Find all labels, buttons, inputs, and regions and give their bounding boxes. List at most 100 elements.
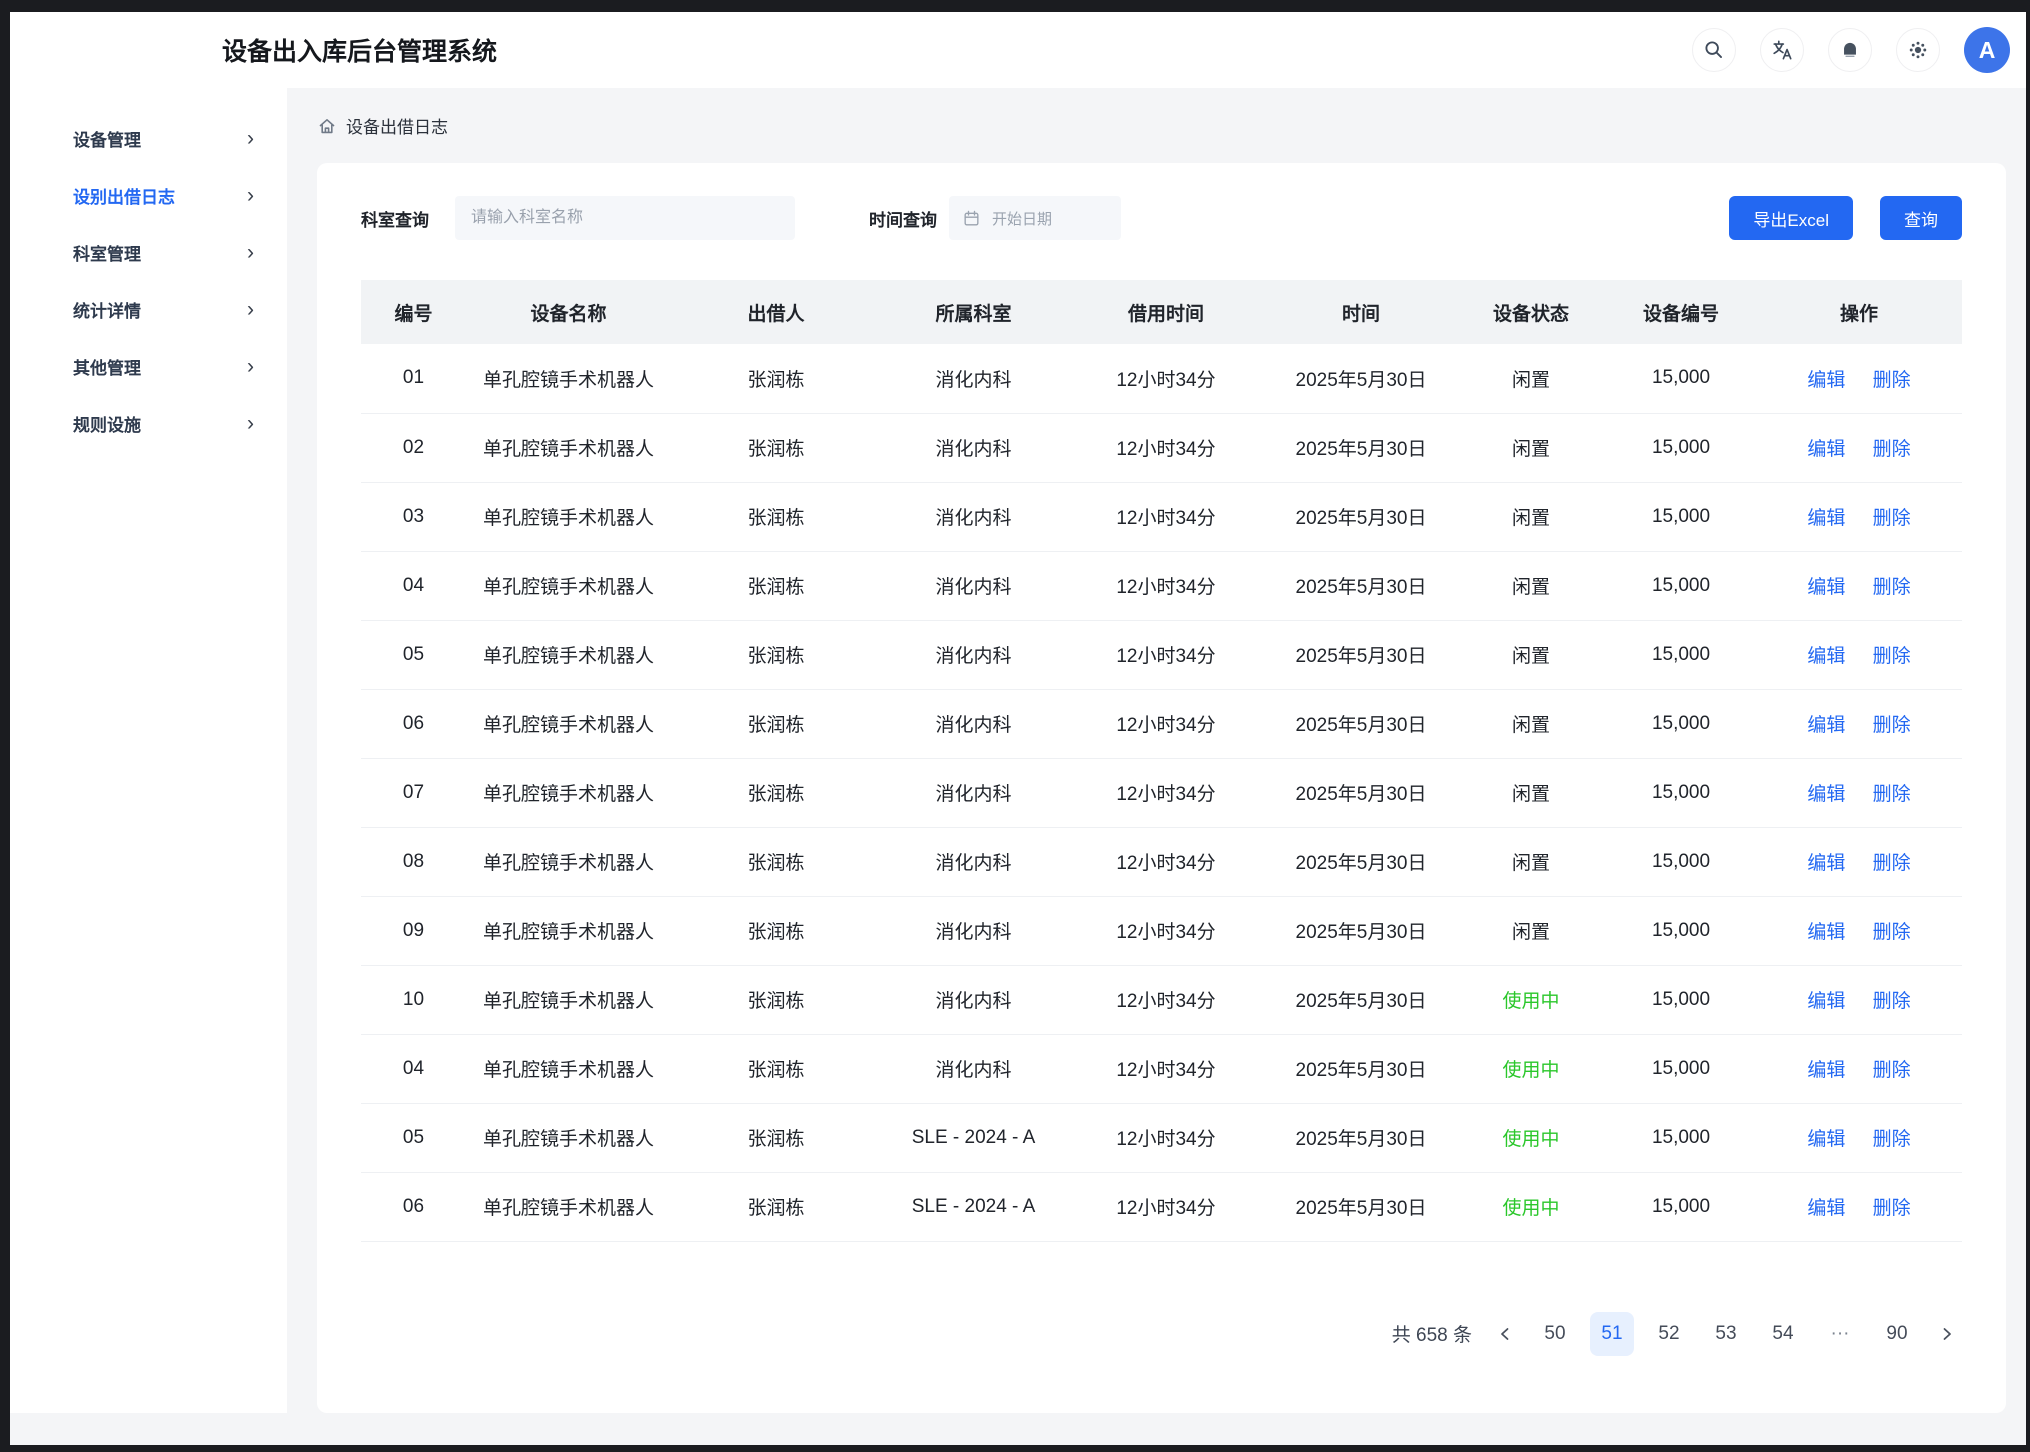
cell-date: 2025年5月30日	[1266, 482, 1456, 551]
cell-department: SLE - 2024 - A	[881, 1103, 1066, 1172]
cell-status: 使用中	[1456, 1172, 1606, 1241]
dept-search-input[interactable]	[455, 196, 795, 240]
edit-link[interactable]: 编辑	[1807, 784, 1845, 805]
column-header: 出借人	[671, 280, 881, 344]
cell-borrow-duration: 12小时34分	[1066, 413, 1266, 482]
delete-link[interactable]: 删除	[1873, 646, 1911, 667]
delete-link[interactable]: 删除	[1873, 1198, 1911, 1219]
delete-link[interactable]: 删除	[1873, 784, 1911, 805]
delete-link[interactable]: 删除	[1873, 1060, 1911, 1081]
edit-link[interactable]: 编辑	[1807, 1060, 1845, 1081]
cell-device-name: 单孔腔镜手术机器人	[466, 551, 671, 620]
cell-department: 消化内科	[881, 827, 1066, 896]
notification-bell-icon[interactable]	[1828, 28, 1872, 72]
search-icon[interactable]	[1692, 28, 1736, 72]
edit-link[interactable]: 编辑	[1807, 853, 1845, 874]
query-button[interactable]: 查询	[1880, 196, 1962, 240]
sidebar-item[interactable]: 设备管理 ›	[10, 110, 287, 167]
cell-status: 闲置	[1456, 758, 1606, 827]
cell-actions: 编辑 删除	[1756, 344, 1962, 413]
status-text: 闲置	[1512, 370, 1550, 391]
edit-link[interactable]: 编辑	[1807, 646, 1845, 667]
theme-icon[interactable]	[1896, 28, 1940, 72]
cell-date: 2025年5月30日	[1266, 827, 1456, 896]
edit-link[interactable]: 编辑	[1807, 1129, 1845, 1150]
edit-link[interactable]: 编辑	[1807, 922, 1845, 943]
page-number[interactable]: ···	[1818, 1312, 1862, 1356]
sidebar-item-label: 设别出借日志	[73, 183, 175, 208]
dept-query-label: 科室查询	[361, 206, 429, 231]
cell-device-code: 15,000	[1606, 482, 1756, 551]
page-number[interactable]: 90	[1875, 1312, 1919, 1356]
cell-device-code: 15,000	[1606, 896, 1756, 965]
cell-borrow-duration: 12小时34分	[1066, 620, 1266, 689]
delete-link[interactable]: 删除	[1873, 1129, 1911, 1150]
sidebar-item[interactable]: 其他管理 ›	[10, 338, 287, 395]
cell-lender: 张润栋	[671, 689, 881, 758]
user-avatar[interactable]: A	[1964, 27, 2010, 73]
delete-link[interactable]: 删除	[1873, 439, 1911, 460]
filter-buttons: 导出Excel 查询	[1729, 196, 1962, 240]
column-header: 操作	[1756, 280, 1962, 344]
delete-link[interactable]: 删除	[1873, 370, 1911, 391]
sidebar-item-label: 统计详情	[73, 297, 141, 322]
sidebar-item[interactable]: 设别出借日志 ›	[10, 167, 287, 224]
edit-link[interactable]: 编辑	[1807, 991, 1845, 1012]
page-number[interactable]: 51	[1590, 1312, 1634, 1356]
delete-link[interactable]: 删除	[1873, 853, 1911, 874]
page-number[interactable]: 53	[1704, 1312, 1748, 1356]
column-header: 所属科室	[881, 280, 1066, 344]
cell-department: 消化内科	[881, 482, 1066, 551]
cell-actions: 编辑 删除	[1756, 1103, 1962, 1172]
cell-date: 2025年5月30日	[1266, 344, 1456, 413]
sidebar: 设备管理 › 设别出借日志 › 科室管理 › 统计详情 ›	[10, 88, 287, 1413]
delete-link[interactable]: 删除	[1873, 991, 1911, 1012]
delete-link[interactable]: 删除	[1873, 508, 1911, 529]
start-date-picker[interactable]: 开始日期	[949, 196, 1121, 240]
cell-date: 2025年5月30日	[1266, 689, 1456, 758]
delete-link[interactable]: 删除	[1873, 577, 1911, 598]
cell-device-name: 单孔腔镜手术机器人	[466, 413, 671, 482]
cell-date: 2025年5月30日	[1266, 896, 1456, 965]
edit-link[interactable]: 编辑	[1807, 508, 1845, 529]
cell-status: 使用中	[1456, 1034, 1606, 1103]
cell-device-code: 15,000	[1606, 413, 1756, 482]
edit-link[interactable]: 编辑	[1807, 1198, 1845, 1219]
status-text: 使用中	[1502, 1129, 1559, 1150]
export-excel-button[interactable]: 导出Excel	[1729, 196, 1853, 240]
cell-status: 闲置	[1456, 896, 1606, 965]
prev-page-button[interactable]	[1490, 1312, 1520, 1356]
edit-link[interactable]: 编辑	[1807, 577, 1845, 598]
cell-borrow-duration: 12小时34分	[1066, 758, 1266, 827]
sidebar-item[interactable]: 统计详情 ›	[10, 281, 287, 338]
edit-link[interactable]: 编辑	[1807, 370, 1845, 391]
next-page-button[interactable]	[1932, 1312, 1962, 1356]
cell-date: 2025年5月30日	[1266, 413, 1456, 482]
chevron-right-icon: ›	[247, 413, 254, 434]
cell-department: 消化内科	[881, 551, 1066, 620]
column-header: 设备状态	[1456, 280, 1606, 344]
cell-date: 2025年5月30日	[1266, 551, 1456, 620]
cell-lender: 张润栋	[671, 965, 881, 1034]
sidebar-item[interactable]: 科室管理 ›	[10, 224, 287, 281]
sidebar-item-label: 科室管理	[73, 240, 141, 265]
cell-serial: 04	[361, 1034, 466, 1103]
edit-link[interactable]: 编辑	[1807, 715, 1845, 736]
main-area: 设备管理 › 设别出借日志 › 科室管理 › 统计详情 ›	[10, 88, 2026, 1445]
cell-actions: 编辑 删除	[1756, 413, 1962, 482]
page-number[interactable]: 54	[1761, 1312, 1805, 1356]
edit-link[interactable]: 编辑	[1807, 439, 1845, 460]
delete-link[interactable]: 删除	[1873, 922, 1911, 943]
cell-device-code: 15,000	[1606, 965, 1756, 1034]
translate-icon[interactable]	[1760, 28, 1804, 72]
sidebar-item[interactable]: 规则设施 ›	[10, 395, 287, 452]
table-row: 06 单孔腔镜手术机器人 张润栋 SLE - 2024 - A 12小时34分 …	[361, 1172, 1962, 1241]
cell-borrow-duration: 12小时34分	[1066, 896, 1266, 965]
column-header: 时间	[1266, 280, 1456, 344]
status-text: 闲置	[1512, 577, 1550, 598]
page-number[interactable]: 52	[1647, 1312, 1691, 1356]
delete-link[interactable]: 删除	[1873, 715, 1911, 736]
chevron-right-icon: ›	[247, 128, 254, 149]
cell-serial: 08	[361, 827, 466, 896]
page-number[interactable]: 50	[1533, 1312, 1577, 1356]
